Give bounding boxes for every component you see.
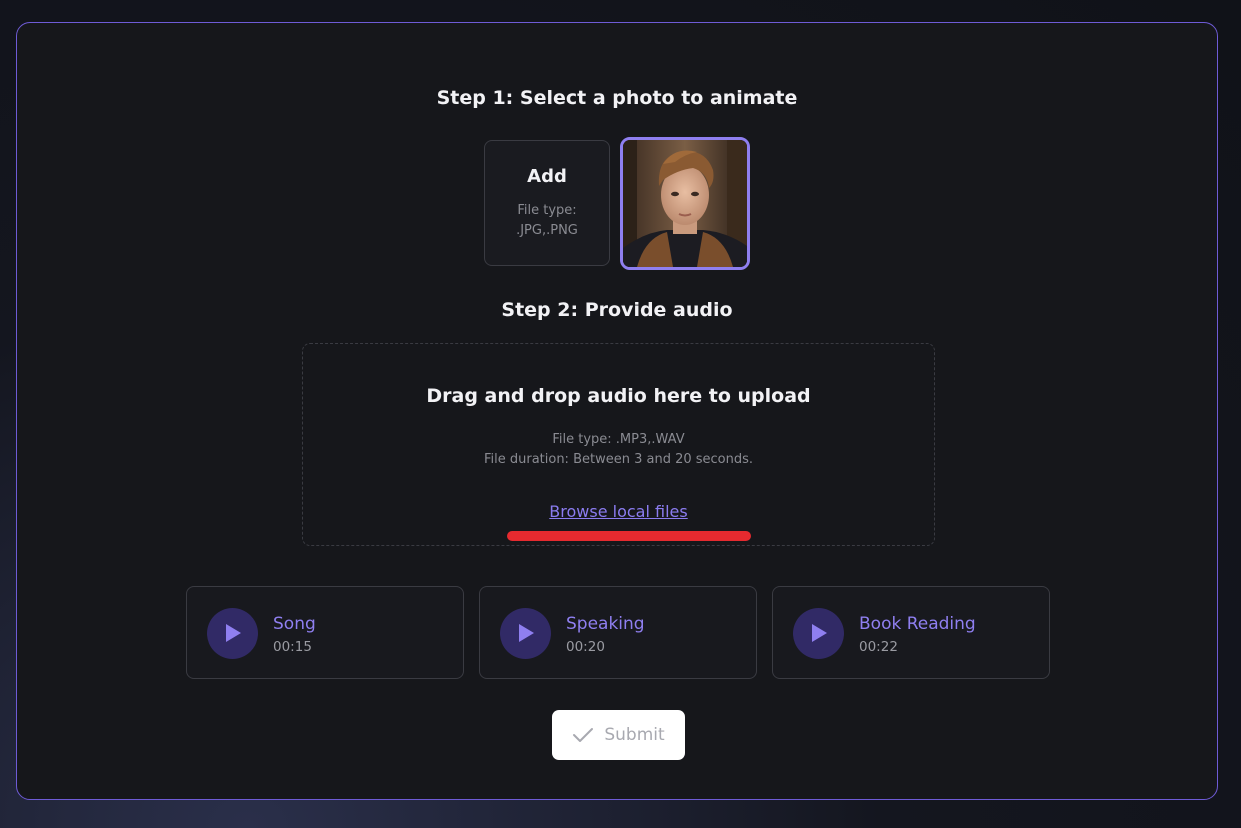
- audio-file-type: File type: .MP3,.WAV: [552, 432, 685, 447]
- audio-sample-name: Speaking: [566, 614, 645, 634]
- step2-title: Step 2: Provide audio: [501, 299, 733, 321]
- play-button[interactable]: [793, 608, 844, 659]
- add-photo-button[interactable]: Add File type: .JPG,.PNG: [484, 140, 610, 266]
- audio-sample-book-reading[interactable]: Book Reading 00:22: [772, 586, 1050, 679]
- highlight-underline-mark: [507, 531, 751, 541]
- portrait-photo-icon: [623, 140, 747, 267]
- audio-sample-song[interactable]: Song 00:15: [186, 586, 464, 679]
- audio-sample-duration: 00:15: [273, 639, 312, 655]
- browse-local-files-link[interactable]: Browse local files: [303, 502, 934, 521]
- audio-sample-speaking[interactable]: Speaking 00:20: [479, 586, 757, 679]
- play-icon: [812, 624, 827, 642]
- audio-sample-name: Book Reading: [859, 614, 976, 634]
- audio-sample-duration: 00:22: [859, 639, 898, 655]
- play-icon: [519, 624, 534, 642]
- audio-sample-duration: 00:20: [566, 639, 605, 655]
- play-icon: [226, 624, 241, 642]
- main-panel: Step 1: Select a photo to animate Add Fi…: [16, 22, 1218, 800]
- audio-sample-name: Song: [273, 614, 316, 634]
- step1-title: Step 1: Select a photo to animate: [436, 87, 798, 109]
- submit-button[interactable]: Submit: [552, 710, 685, 760]
- audio-duration-limit: File duration: Between 3 and 20 seconds.: [483, 452, 754, 467]
- submit-label: Submit: [604, 725, 665, 745]
- audio-drop-zone[interactable]: Drag and drop audio here to upload File …: [302, 343, 935, 546]
- play-button[interactable]: [207, 608, 258, 659]
- drop-zone-title: Drag and drop audio here to upload: [426, 385, 811, 407]
- drop-zone-info: File type: .MP3,.WAV File duration: Betw…: [303, 430, 934, 470]
- check-icon: [573, 728, 594, 742]
- add-photo-label: Add: [527, 166, 567, 187]
- photo-file-type: File type: .JPG,.PNG: [516, 203, 578, 238]
- selected-photo-thumbnail[interactable]: [620, 137, 750, 270]
- play-button[interactable]: [500, 608, 551, 659]
